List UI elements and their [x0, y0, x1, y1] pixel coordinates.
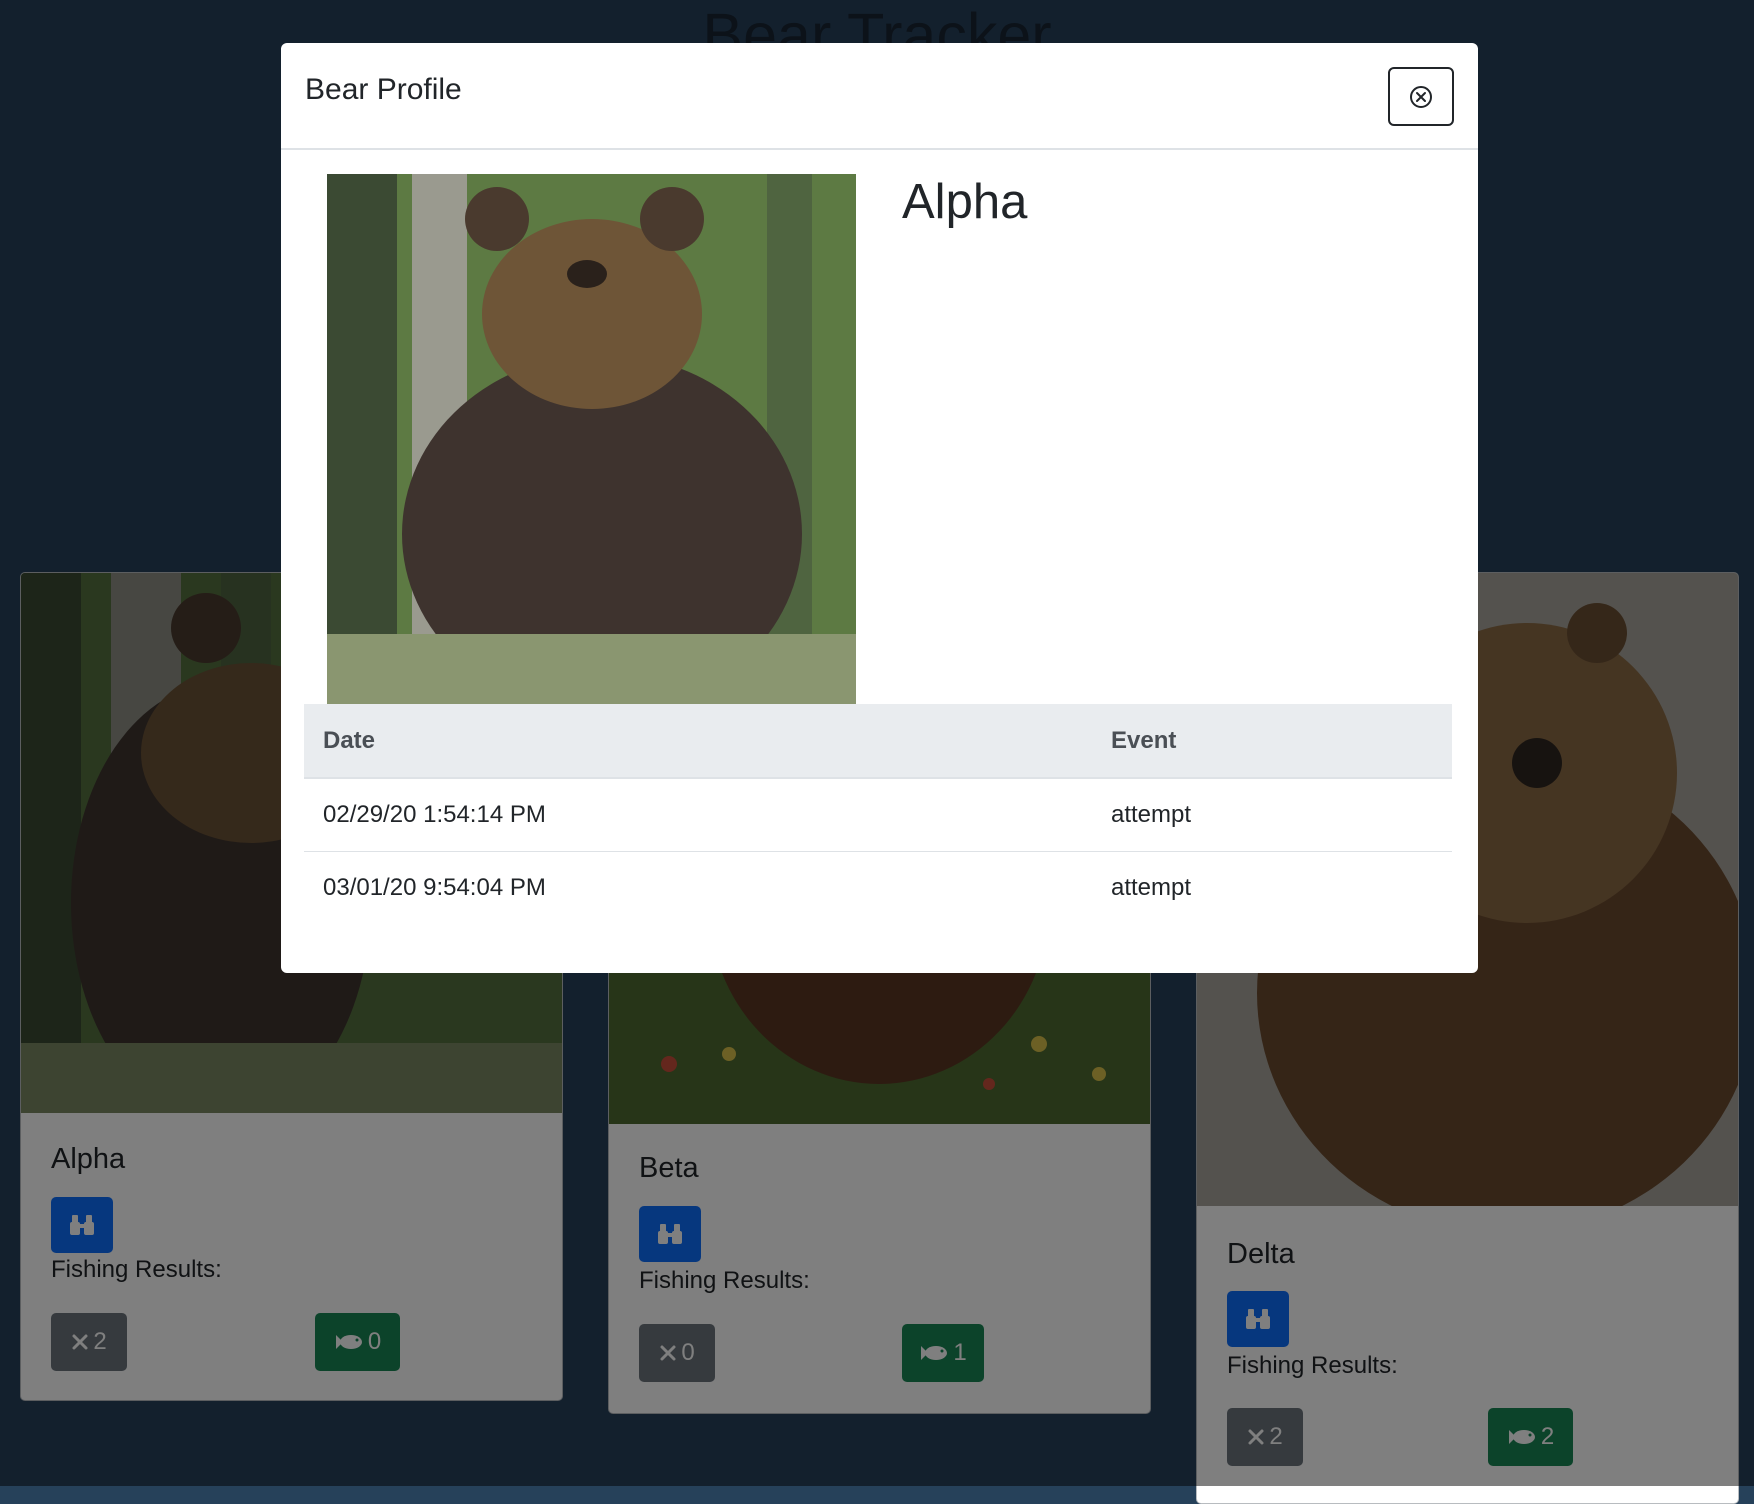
- events-table: Date Event 02/29/20 1:54:14 PM attempt 0…: [304, 704, 1452, 924]
- event-type: attempt: [1092, 778, 1452, 852]
- profile-bear-name: Alpha: [902, 175, 1028, 229]
- table-row: 02/29/20 1:54:14 PM attempt: [304, 778, 1452, 852]
- table-header-row: Date Event: [304, 704, 1452, 779]
- event-date: 02/29/20 1:54:14 PM: [304, 778, 1092, 852]
- bear-profile-photo: [327, 174, 856, 704]
- close-button[interactable]: [1388, 67, 1454, 126]
- modal-title: Bear Profile: [305, 73, 462, 106]
- column-header-date: Date: [304, 704, 1092, 779]
- event-type: attempt: [1111, 874, 1192, 901]
- close-circle-icon: [1410, 85, 1432, 108]
- bear-profile-modal: Bear Profile Alpha Date Event 02/29/20 1…: [281, 43, 1478, 973]
- modal-header: Bear Profile: [281, 43, 1478, 150]
- column-header-event: Event: [1092, 704, 1452, 779]
- table-row: 03/01/20 9:54:04 PM attempt: [304, 852, 1452, 925]
- event-date: 03/01/20 9:54:04 PM: [323, 874, 546, 901]
